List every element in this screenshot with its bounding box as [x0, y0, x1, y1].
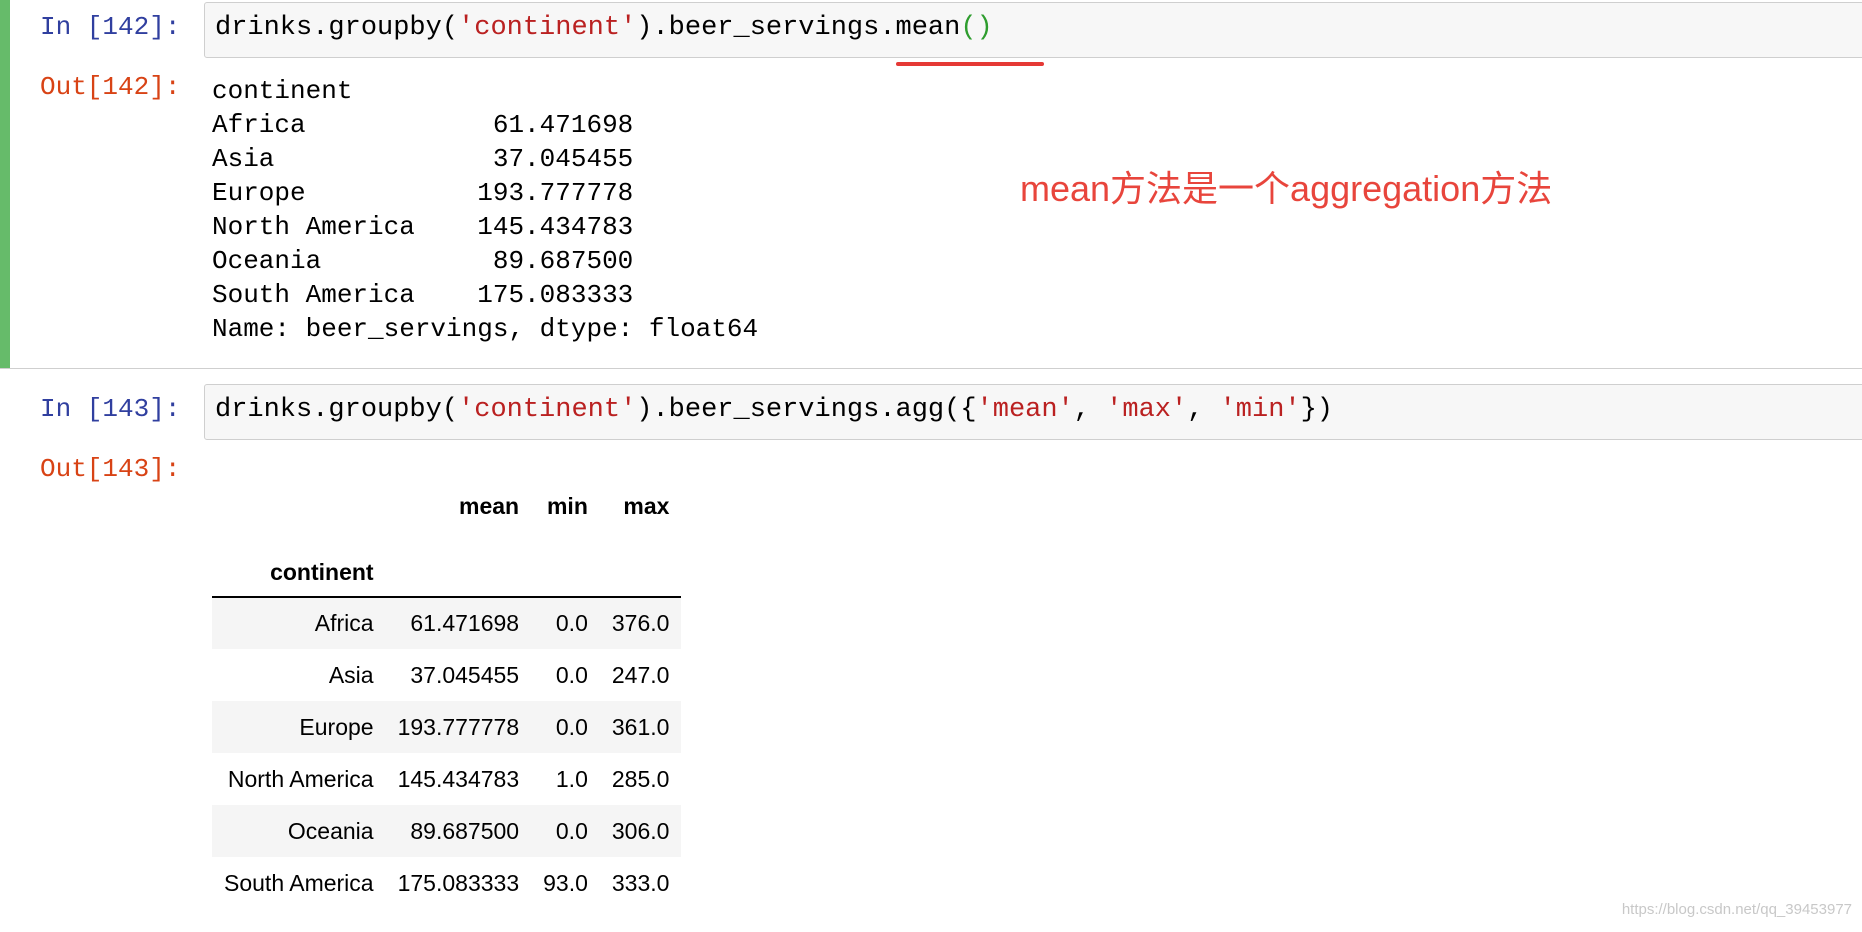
cell-min: 0.0: [555, 661, 588, 688]
cell-mean: 175.083333: [397, 869, 520, 896]
series-output: continent Africa 61.471698 Asia 37.04545…: [212, 76, 759, 344]
dataframe-output: mean min max continent Africa 61.471698 …: [212, 486, 682, 909]
cell-mean: 37.045455: [410, 661, 520, 688]
code-text-142: drinks.groupby('continent').beer_serving…: [215, 13, 993, 43]
cell-mean: 145.434783: [397, 765, 520, 792]
column-header-row: mean min max: [212, 486, 681, 526]
cell-min: 1.0: [555, 765, 588, 792]
cell-max: 376.0: [611, 610, 670, 636]
column-header-min: min: [546, 492, 588, 519]
cell-max: 285.0: [611, 765, 670, 792]
table-row: North America 145.434783 1.0 285.0: [212, 753, 681, 805]
row-label: South America: [224, 869, 374, 896]
cell-min: 0.0: [555, 610, 588, 636]
code-cell-142[interactable]: In [142]: drinks.groupby('continent').be…: [0, 0, 1862, 369]
code-input-143[interactable]: drinks.groupby('continent').beer_serving…: [204, 384, 1862, 440]
index-name: continent: [212, 526, 386, 598]
code-text-143: drinks.groupby('continent').beer_serving…: [215, 395, 1334, 425]
table-row: Asia 37.045455 0.0 247.0: [212, 649, 681, 701]
watermark: https://blog.csdn.net/qq_39453977: [1621, 901, 1852, 918]
cell-max: 247.0: [611, 661, 670, 688]
in-prompt-142: In [142]:: [40, 12, 181, 42]
column-header-mean: mean: [459, 492, 520, 519]
out-prompt-142: Out[142]:: [40, 72, 181, 102]
cell-max: 361.0: [611, 713, 670, 740]
cell-min: 0.0: [555, 817, 588, 844]
cell-mean: 193.777778: [397, 713, 520, 740]
table-row: Oceania 89.687500 0.0 306.0: [212, 805, 682, 857]
annotation-text: mean方法是一个aggregation方法: [1020, 168, 1553, 209]
row-label: Africa: [314, 610, 374, 636]
selected-cell-indicator: [0, 0, 10, 368]
cell-max: 306.0: [611, 817, 670, 844]
cell-max: 333.0: [611, 869, 670, 896]
row-label: Oceania: [287, 817, 374, 844]
row-label: Asia: [328, 661, 374, 688]
cell-min: 93.0: [543, 869, 588, 896]
cell-min: 0.0: [555, 713, 588, 740]
cell-mean: 89.687500: [410, 817, 520, 844]
cell-mean: 61.471698: [410, 610, 520, 636]
in-prompt-143: In [143]:: [40, 394, 181, 424]
table-row: Africa 61.471698 0.0 376.0: [212, 597, 682, 649]
table-row: Europe 193.777778 0.0 361.0: [212, 701, 682, 753]
code-input-142[interactable]: drinks.groupby('continent').beer_serving…: [204, 2, 1862, 58]
row-label: North America: [227, 765, 374, 792]
table-row: South America 175.083333 93.0 333.0: [212, 857, 681, 909]
column-header-max: max: [623, 492, 670, 519]
index-corner: [212, 486, 386, 526]
out-prompt-143: Out[143]:: [40, 454, 181, 484]
row-label: Europe: [299, 713, 374, 740]
red-underline-annotation: [896, 62, 1044, 66]
index-name-row: continent: [212, 526, 682, 598]
